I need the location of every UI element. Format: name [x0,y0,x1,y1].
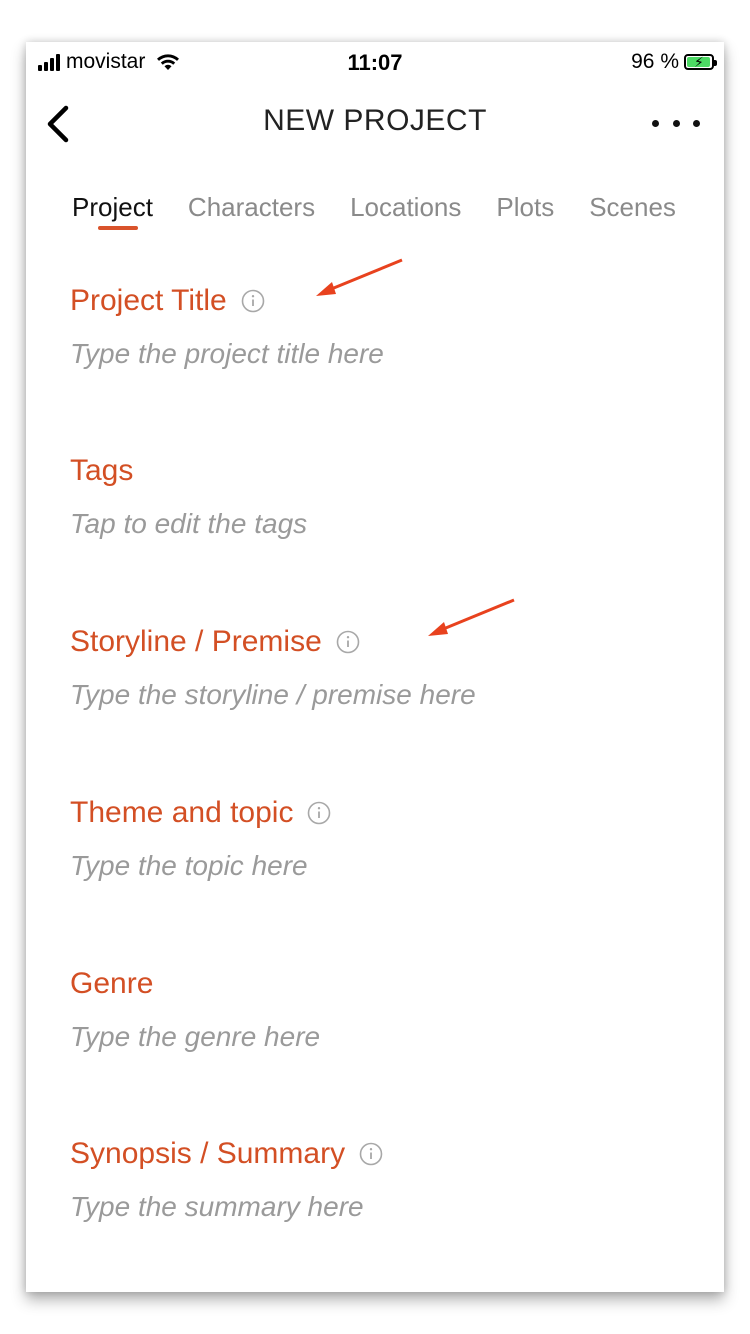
field-label: Storyline / Premise [70,625,630,659]
more-button[interactable] [652,108,700,138]
tab-label: Scenes [589,192,676,222]
tab-label: Locations [350,192,462,222]
field-synopsis-summary: Synopsis / Summary [70,1137,630,1223]
field-label-text: Project Title [70,284,227,317]
more-dot [693,119,700,127]
field-label-text: Tags [70,454,134,487]
project-title-input[interactable] [70,338,630,370]
tab-label: Characters [187,192,316,222]
page-title: NEW PROJECT [263,104,487,137]
field-label: Tags [70,454,630,488]
tab-bar: Project Characters Locations Plots Scene… [72,192,711,230]
field-genre: Genre [70,967,630,1053]
phone-screen: movistar 11:07 96 % ⚡ NEW PROJECT Projec… [26,42,724,1292]
summary-input[interactable] [70,1191,630,1223]
status-right: 96 % ⚡ [631,50,717,74]
active-tab-indicator [98,226,138,230]
field-theme-topic: Theme and topic [70,796,630,882]
storyline-input[interactable] [70,679,630,711]
field-label: Synopsis / Summary [70,1137,630,1171]
battery-charging-icon: ⚡ [684,54,717,70]
field-storyline-premise: Storyline / Premise [70,625,630,711]
battery-tip [714,60,717,66]
genre-input[interactable] [70,1021,630,1053]
topic-input[interactable] [70,850,630,882]
tab-locations[interactable]: Locations [350,192,461,223]
field-label: Genre [70,967,630,1001]
status-time: 11:07 [347,50,403,75]
tab-label: Plots [496,192,555,222]
tab-scenes[interactable]: Scenes [589,192,676,223]
tab-characters[interactable]: Characters [188,192,315,223]
field-label-text: Synopsis / Summary [70,1137,346,1170]
info-circle-icon[interactable] [307,801,331,825]
annotation-arrow-icon [316,258,403,296]
field-label-text: Theme and topic [70,796,294,829]
field-label: Theme and topic [70,796,630,830]
status-bar: movistar 11:07 96 % ⚡ [26,42,724,86]
info-circle-icon[interactable] [336,630,360,654]
nav-bar: NEW PROJECT [26,94,724,154]
tags-input[interactable] [70,508,630,540]
info-circle-icon[interactable] [359,1142,383,1166]
field-label-text: Genre [70,967,154,1000]
field-tags: Tags [70,454,630,540]
more-dot [652,119,659,127]
tab-project[interactable]: Project [72,192,153,230]
field-label-text: Storyline / Premise [70,625,322,658]
tab-label: Project [72,192,153,222]
tab-plots[interactable]: Plots [496,192,554,223]
more-dot [672,119,680,127]
annotation-arrow-icon [428,598,515,636]
battery-percent: 96 % [631,50,679,73]
info-circle-icon[interactable] [241,289,265,313]
charging-bolt-icon: ⚡ [694,54,704,70]
